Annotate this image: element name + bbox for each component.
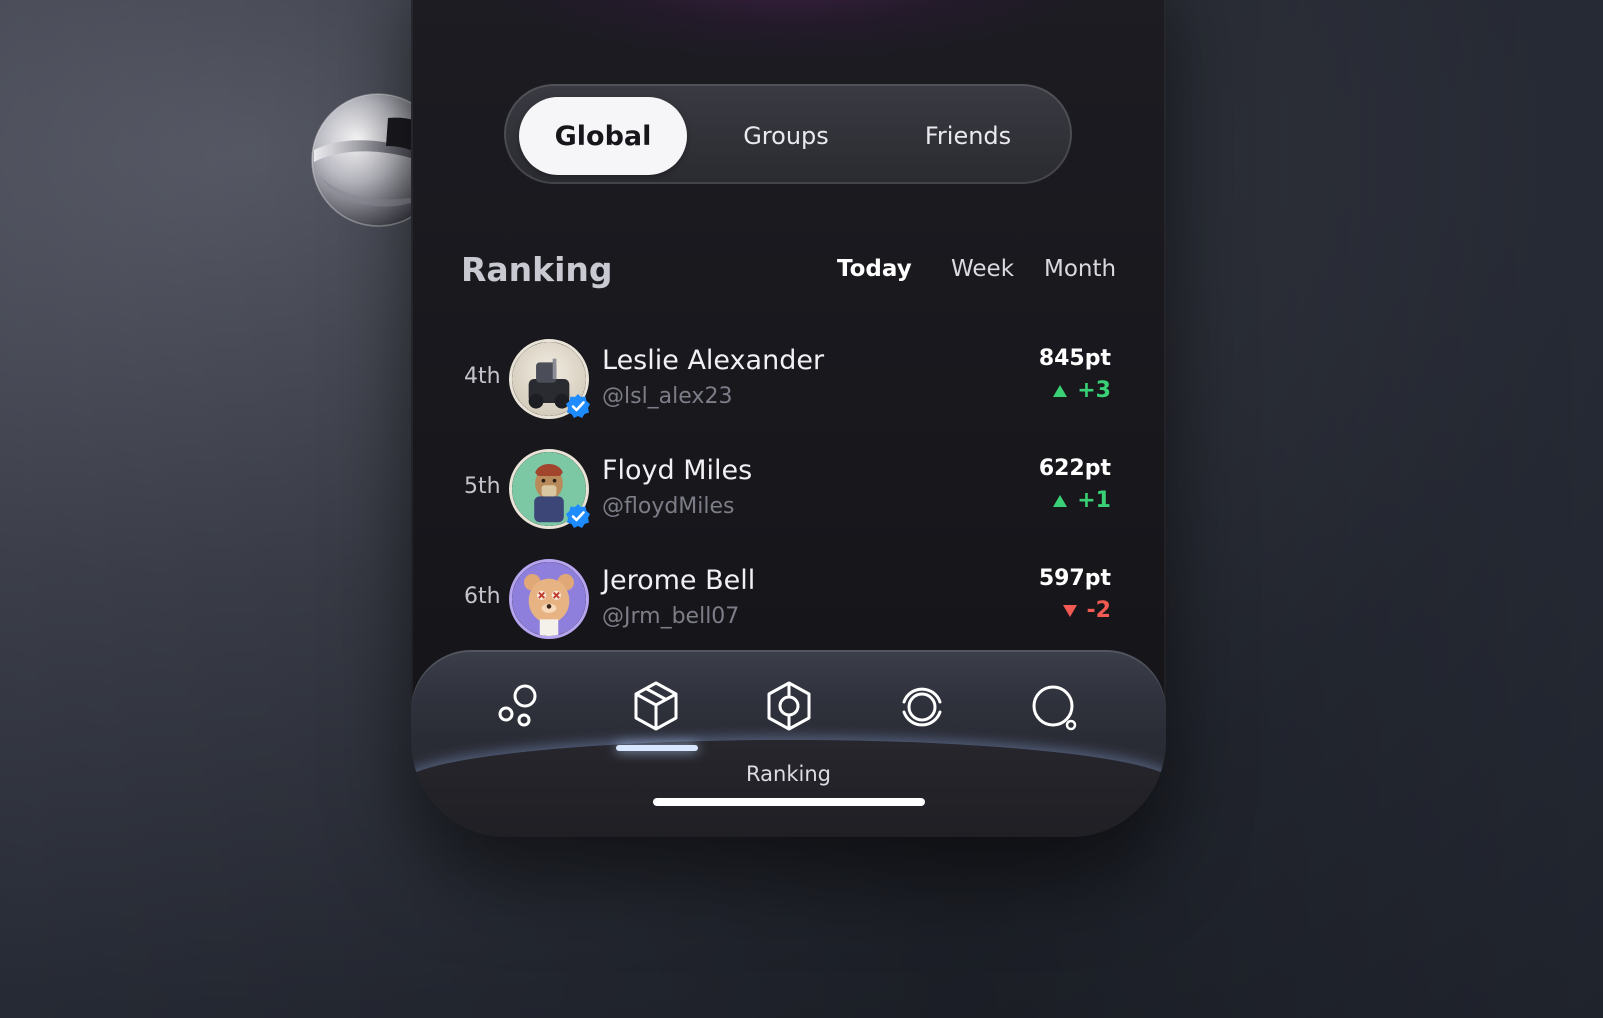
phone-screen: Global Groups Friends Ranking Today Week… <box>411 0 1166 837</box>
rank-change: -2 <box>1062 598 1111 623</box>
player-points: 845pt <box>1038 346 1111 371</box>
up-arrow-icon <box>1053 494 1068 507</box>
verified-badge-icon <box>566 504 590 528</box>
active-tab-indicator <box>616 745 698 751</box>
rank-change-value: +1 <box>1077 488 1111 513</box>
down-arrow-icon <box>1062 604 1077 617</box>
period-week[interactable]: Week <box>951 256 1014 282</box>
tab-groups[interactable]: Groups <box>702 97 870 175</box>
home-indicator[interactable] <box>653 798 925 806</box>
tab-friends[interactable]: Friends <box>884 97 1052 175</box>
rank-change: +3 <box>1053 378 1111 403</box>
avatar[interactable] <box>509 559 589 639</box>
player-name: Leslie Alexander <box>602 345 825 376</box>
player-name: Jerome Bell <box>602 565 756 596</box>
rank-position: 6th <box>464 584 501 609</box>
rank-position: 5th <box>464 474 501 499</box>
period-today[interactable]: Today <box>837 256 912 282</box>
search-icon[interactable] <box>1027 678 1083 734</box>
rank-position: 4th <box>464 364 501 389</box>
player-name: Floyd Miles <box>602 455 753 486</box>
rank-change-value: -2 <box>1086 598 1111 623</box>
rank-change-value: +3 <box>1077 378 1111 403</box>
ranking-row[interactable]: 5th Floyd Miles @floydMiles 622pt +1 <box>451 444 1111 534</box>
hexagon-target-icon[interactable] <box>761 678 817 734</box>
period-month[interactable]: Month <box>1044 256 1116 282</box>
rank-change: +1 <box>1053 488 1111 513</box>
bubbles-icon[interactable] <box>492 678 548 734</box>
scope-segmented-control: Global Groups Friends <box>504 84 1072 184</box>
player-handle: @Jrm_bell07 <box>602 604 740 629</box>
player-points: 622pt <box>1038 456 1111 481</box>
avatar-image <box>509 559 589 639</box>
top-glow <box>471 0 1111 60</box>
nav-surface <box>411 740 1166 837</box>
ring-icon[interactable] <box>894 678 950 734</box>
player-handle: @lsl_alex23 <box>602 384 733 409</box>
player-points: 597pt <box>1038 566 1111 591</box>
avatar[interactable] <box>509 339 590 419</box>
bottom-navigation: Ranking <box>411 650 1166 837</box>
verified-badge-icon <box>566 394 590 418</box>
player-handle: @floydMiles <box>602 494 735 519</box>
ranking-row[interactable]: 6th Jerome Bell @Jrm_bell07 597pt -2 <box>451 554 1111 644</box>
ranking-row[interactable]: 4th Leslie Alexander @lsl_alex23 845pt +… <box>451 334 1111 424</box>
tab-global[interactable]: Global <box>519 97 687 175</box>
active-tab-label: Ranking <box>746 762 831 786</box>
up-arrow-icon <box>1053 384 1068 397</box>
ranking-title: Ranking <box>461 250 613 289</box>
cube-icon[interactable] <box>628 678 684 734</box>
avatar[interactable] <box>509 449 590 529</box>
